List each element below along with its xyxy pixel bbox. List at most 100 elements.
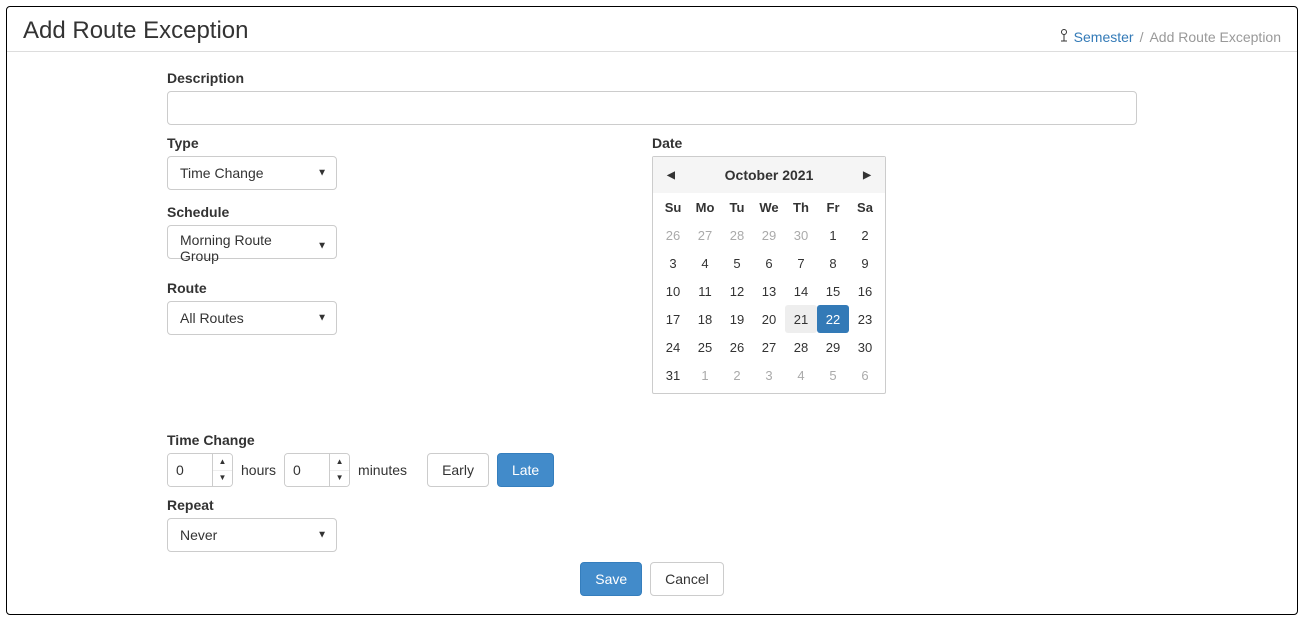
schedule-group: Schedule Morning Route Group ▼ <box>167 204 652 266</box>
description-label: Description <box>167 70 1137 86</box>
form-content: Description Type Time Change ▼ Schedule … <box>167 52 1137 614</box>
route-label: Route <box>167 280 652 296</box>
description-group: Description <box>167 70 1137 125</box>
calendar-day[interactable]: 3 <box>657 249 689 277</box>
left-column: Type Time Change ▼ Schedule Morning Rout… <box>167 135 652 404</box>
calendar-day[interactable]: 23 <box>849 305 881 333</box>
calendar-day[interactable]: 15 <box>817 277 849 305</box>
type-select[interactable]: Time Change <box>167 156 337 190</box>
calendar-day[interactable]: 22 <box>817 305 849 333</box>
calendar-day[interactable]: 6 <box>753 249 785 277</box>
calendar-day[interactable]: 5 <box>817 361 849 389</box>
time-change-row: ▲ ▼ hours ▲ ▼ minutes Early Late <box>167 453 1137 487</box>
minutes-spinner: ▲ ▼ <box>284 453 350 487</box>
calendar-day[interactable]: 17 <box>657 305 689 333</box>
hours-input[interactable] <box>168 454 212 486</box>
calendar-day[interactable]: 26 <box>721 333 753 361</box>
calendar-day[interactable]: 4 <box>785 361 817 389</box>
right-column: Date ◀ October 2021 ▶ SuMoTuWeThFrSa 262… <box>652 135 1137 404</box>
calendar-week-row: 262728293012 <box>653 221 885 249</box>
breadcrumb: Semester / Add Route Exception <box>1058 28 1281 45</box>
calendar-day[interactable]: 31 <box>657 361 689 389</box>
late-button[interactable]: Late <box>497 453 554 487</box>
calendar-body: 2627282930123456789101112131415161718192… <box>653 221 885 389</box>
calendar-weekday: Su <box>657 193 689 221</box>
calendar-day[interactable]: 5 <box>721 249 753 277</box>
calendar-day[interactable]: 28 <box>785 333 817 361</box>
minutes-down-button[interactable]: ▼ <box>330 471 349 487</box>
cancel-button[interactable]: Cancel <box>650 562 724 596</box>
calendar-week-row: 10111213141516 <box>653 277 885 305</box>
calendar-prev-button[interactable]: ◀ <box>659 163 683 187</box>
calendar-day[interactable]: 26 <box>657 221 689 249</box>
calendar-day[interactable]: 29 <box>753 221 785 249</box>
calendar-day[interactable]: 27 <box>753 333 785 361</box>
hours-down-button[interactable]: ▼ <box>213 471 232 487</box>
breadcrumb-current: Add Route Exception <box>1149 29 1281 45</box>
calendar-day[interactable]: 21 <box>785 305 817 333</box>
early-button[interactable]: Early <box>427 453 489 487</box>
route-select[interactable]: All Routes <box>167 301 337 335</box>
calendar-day[interactable]: 10 <box>657 277 689 305</box>
breadcrumb-separator: / <box>1140 29 1144 45</box>
calendar-day[interactable]: 2 <box>721 361 753 389</box>
calendar-day[interactable]: 30 <box>785 221 817 249</box>
time-change-label: Time Change <box>167 432 1137 448</box>
minutes-up-button[interactable]: ▲ <box>330 454 349 471</box>
calendar-weekday-row: SuMoTuWeThFrSa <box>653 193 885 221</box>
breadcrumb-link-semester[interactable]: Semester <box>1074 29 1134 45</box>
calendar-day[interactable]: 18 <box>689 305 721 333</box>
calendar-weekday: Mo <box>689 193 721 221</box>
calendar-day[interactable]: 12 <box>721 277 753 305</box>
calendar-month-title[interactable]: October 2021 <box>683 167 855 183</box>
calendar-day[interactable]: 2 <box>849 221 881 249</box>
time-change-group: Time Change ▲ ▼ hours ▲ ▼ <box>167 432 1137 487</box>
hours-unit-label: hours <box>241 462 276 478</box>
calendar-day[interactable]: 14 <box>785 277 817 305</box>
repeat-select[interactable]: Never <box>167 518 337 552</box>
calendar-day[interactable]: 8 <box>817 249 849 277</box>
type-group: Type Time Change ▼ <box>167 135 652 190</box>
calendar-day[interactable]: 13 <box>753 277 785 305</box>
minutes-unit-label: minutes <box>358 462 407 478</box>
calendar-day[interactable]: 11 <box>689 277 721 305</box>
calendar-day[interactable]: 28 <box>721 221 753 249</box>
calendar-week-row: 24252627282930 <box>653 333 885 361</box>
hours-spinner: ▲ ▼ <box>167 453 233 487</box>
calendar-weekday: Tu <box>721 193 753 221</box>
calendar-weekday: Sa <box>849 193 881 221</box>
save-button[interactable]: Save <box>580 562 642 596</box>
schedule-select[interactable]: Morning Route Group <box>167 225 337 259</box>
calendar-day[interactable]: 24 <box>657 333 689 361</box>
calendar-day[interactable]: 9 <box>849 249 881 277</box>
calendar-day[interactable]: 3 <box>753 361 785 389</box>
calendar-weekday: Fr <box>817 193 849 221</box>
calendar-header: ◀ October 2021 ▶ <box>653 157 885 193</box>
calendar-day[interactable]: 30 <box>849 333 881 361</box>
page-frame: Add Route Exception Semester / Add Route… <box>6 6 1298 615</box>
calendar-day[interactable]: 25 <box>689 333 721 361</box>
calendar-week-row: 31123456 <box>653 361 885 389</box>
page-title: Add Route Exception <box>23 17 248 45</box>
calendar-day[interactable]: 27 <box>689 221 721 249</box>
date-group: Date ◀ October 2021 ▶ SuMoTuWeThFrSa 262… <box>652 135 1137 394</box>
calendar-week-row: 17181920212223 <box>653 305 885 333</box>
hours-up-button[interactable]: ▲ <box>213 454 232 471</box>
calendar-day[interactable]: 19 <box>721 305 753 333</box>
calendar-day[interactable]: 1 <box>689 361 721 389</box>
calendar-next-button[interactable]: ▶ <box>855 163 879 187</box>
minutes-input[interactable] <box>285 454 329 486</box>
two-columns: Type Time Change ▼ Schedule Morning Rout… <box>167 135 1137 404</box>
calendar-day[interactable]: 20 <box>753 305 785 333</box>
calendar-day[interactable]: 16 <box>849 277 881 305</box>
calendar-day[interactable]: 29 <box>817 333 849 361</box>
calendar-day[interactable]: 6 <box>849 361 881 389</box>
description-input[interactable] <box>167 91 1137 125</box>
calendar-day[interactable]: 4 <box>689 249 721 277</box>
form-actions: Save Cancel <box>167 562 1137 596</box>
repeat-group: Repeat Never ▼ <box>167 497 1137 552</box>
date-label: Date <box>652 135 1137 151</box>
calendar-day[interactable]: 1 <box>817 221 849 249</box>
calendar-day[interactable]: 7 <box>785 249 817 277</box>
type-label: Type <box>167 135 652 151</box>
